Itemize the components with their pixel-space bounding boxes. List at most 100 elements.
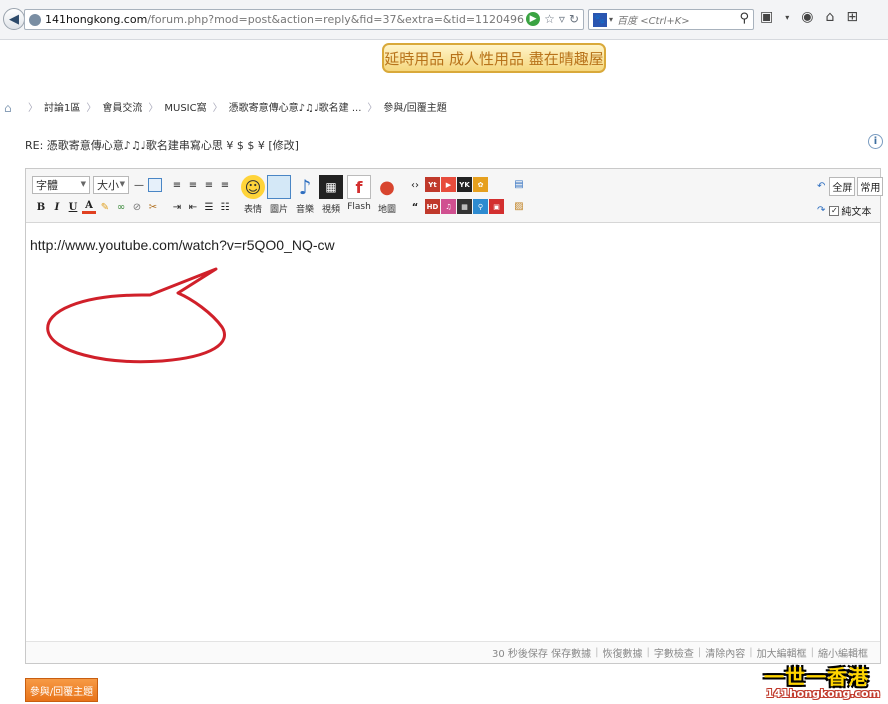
align-justify-icon[interactable]: ≡ (218, 178, 232, 192)
map-label: 地圖 (377, 205, 396, 215)
magnify-icon[interactable]: ⚲ (473, 199, 488, 214)
chevron-right-icon: 〉 (367, 103, 378, 114)
size-select[interactable]: 大小 ▼ (93, 176, 129, 194)
music-button[interactable]: ♪ 音樂 (292, 175, 318, 215)
bookmark-star-icon[interactable]: ☆ (544, 12, 555, 26)
url-host: 141hongkong.com (45, 13, 148, 26)
link-icon[interactable]: ∞ (114, 200, 128, 214)
grid-video-icon[interactable]: ▦ (457, 199, 472, 214)
chevron-right-icon: 〉 (28, 103, 38, 114)
plaintext-control[interactable]: ↷ ✓ 純文本 (817, 203, 871, 218)
youtube-hd-icon[interactable]: HD (425, 199, 440, 214)
image-gallery-icon[interactable]: ▣ (489, 199, 504, 214)
font-select-value: 字體 (36, 179, 58, 192)
bold-icon[interactable]: B (34, 200, 48, 214)
addon-dropdown-icon[interactable]: ▾ (785, 13, 789, 22)
text-color-icon[interactable]: A (82, 200, 96, 214)
table-icon[interactable] (148, 178, 162, 192)
image-button[interactable]: 圖片 (266, 175, 292, 215)
word-count-link[interactable]: 字數檢查 (654, 645, 694, 660)
indent-icon[interactable]: ⇥ (170, 200, 184, 214)
shrink-editor-link[interactable]: 縮小編輯框 (818, 645, 868, 660)
flash-icon: f (347, 175, 371, 199)
outdent-icon[interactable]: ⇤ (186, 200, 200, 214)
ordered-list-icon[interactable]: ☰ (202, 200, 216, 214)
media-icon[interactable]: ♫ (441, 199, 456, 214)
home-icon[interactable]: ⌂ (4, 101, 16, 115)
attachment-icon[interactable]: ▤ (512, 177, 526, 191)
submit-reply-label: 參與/回覆主題 (29, 686, 94, 698)
submit-reply-button[interactable]: 參與/回覆主題 (25, 678, 98, 702)
address-bar[interactable]: 141hongkong.com /forum.php?mod=post&acti… (24, 9, 584, 30)
font-select[interactable]: 字體 ▼ (32, 176, 90, 194)
url-actions: ▶ ☆ ▿ ↻ (526, 12, 579, 26)
breadcrumb-item[interactable]: 憑歌寄意傳心意♪♫♩歌名建 ... (229, 99, 362, 114)
align-center-icon[interactable]: ≡ (186, 178, 200, 192)
divider: | (646, 647, 650, 658)
back-button[interactable]: ◀ (3, 8, 25, 30)
divider: | (810, 647, 814, 658)
map-button[interactable]: ● 地圖 (374, 175, 400, 216)
horizontal-rule-icon[interactable]: — (132, 178, 146, 192)
chevron-right-icon: 〉 (212, 103, 223, 114)
flash-label: Flash (347, 202, 371, 212)
italic-icon[interactable]: I (50, 200, 64, 214)
highlight-icon[interactable]: ✎ (98, 200, 112, 214)
search-engine-icon[interactable]: 🐾 (593, 12, 607, 27)
clear-format-icon[interactable]: ✂ (146, 200, 160, 214)
addon-icon[interactable]: ▣ (760, 9, 773, 25)
dropdown-icon[interactable]: ▿ (559, 12, 565, 26)
unordered-list-icon[interactable]: ☷ (218, 200, 232, 214)
align-right-icon[interactable]: ≡ (202, 178, 216, 192)
common-button[interactable]: 常用 (857, 177, 884, 196)
engine-dropdown-icon[interactable]: ▾ (609, 15, 613, 24)
music-label: 音樂 (295, 205, 314, 215)
browser-addon-icons: ▣ ▾ ◉ ⌂ ⊞ (760, 9, 858, 25)
map-pin-icon: ● (379, 176, 395, 198)
redo-icon[interactable]: ↷ (817, 205, 825, 216)
clear-content-link[interactable]: 清除內容 (705, 645, 745, 660)
menu-icon[interactable]: ⊞ (846, 9, 858, 25)
restore-data-link[interactable]: 恢復數據 (603, 645, 643, 660)
post-editor: 字體 ▼ 大小 ▼ — ≡ ≡ ≡ ≡ B I U A ✎ ∞ ⊘ ✂ ⇥ ⇤ … (25, 168, 884, 664)
speech-bubble-annotation (46, 267, 226, 364)
go-icon[interactable]: ▶ (526, 12, 541, 26)
underline-icon[interactable]: U (66, 200, 80, 214)
emoticon-label: 表情 (243, 205, 262, 215)
ad-banner[interactable]: 延時用品 成人性用品 盡在晴趣屋 (382, 43, 606, 73)
youku-icon[interactable]: YK (457, 177, 472, 192)
info-icon[interactable]: i (868, 134, 883, 149)
breadcrumb-item[interactable]: MUSIC窩 (164, 99, 206, 114)
extension-icon[interactable]: ◉ (801, 9, 813, 25)
unlink-icon[interactable]: ⊘ (130, 200, 144, 214)
flash-button[interactable]: f Flash (346, 175, 372, 212)
align-left-icon[interactable]: ≡ (170, 178, 184, 192)
enlarge-editor-link[interactable]: 加大編輯框 (757, 645, 807, 660)
plaintext-checkbox[interactable]: ✓ (829, 205, 840, 216)
editor-textarea[interactable]: http://www.youtube.com/watch?v=r5QO0_NQ-… (30, 237, 335, 253)
emoticon-button[interactable]: ☺ 表情 (240, 175, 266, 215)
undo-icon[interactable]: ↶ (817, 181, 825, 192)
reload-icon[interactable]: ↻ (569, 12, 579, 26)
editor-content-text: http://www.youtube.com/watch?v=r5QO0_NQ-… (30, 237, 335, 253)
video-site-icon[interactable]: ▶ (441, 177, 456, 192)
home-icon[interactable]: ⌂ (825, 9, 834, 25)
browser-toolbar: ◀ 141hongkong.com /forum.php?mod=post&ac… (0, 0, 888, 40)
paste-icon[interactable]: ▨ (512, 199, 526, 213)
callout-shape (46, 267, 226, 364)
youtube-icon[interactable]: Yt (425, 177, 440, 192)
breadcrumb-item[interactable]: 討論1區 (44, 99, 80, 114)
breadcrumb-item[interactable]: 會員交流 (102, 99, 142, 114)
video-button[interactable]: ▦ 視頻 (318, 175, 344, 215)
smiley-icon: ☺ (241, 175, 265, 199)
search-box[interactable]: 🐾 ▾ 百度 <Ctrl+K> ⚲ (588, 9, 754, 30)
fullscreen-button[interactable]: 全屏 (829, 177, 856, 196)
watermark-main: 一世一香港 (764, 665, 869, 689)
autosave-status[interactable]: 30 秒後保存 保存數據 (492, 645, 591, 660)
tudou-icon[interactable]: ✿ (473, 177, 488, 192)
fullscreen-control[interactable]: ↶ 全屏 常用 (817, 177, 884, 196)
chevron-right-icon: 〉 (86, 103, 97, 114)
code-icon[interactable]: ‹› (408, 178, 422, 192)
search-icon[interactable]: ⚲ (739, 11, 749, 26)
quote-icon[interactable]: “ (408, 200, 422, 214)
